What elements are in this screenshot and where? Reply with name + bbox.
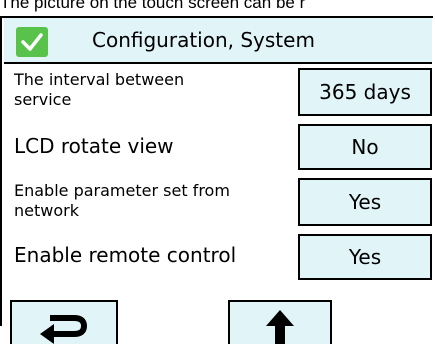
lcd-rotate-button[interactable]: No — [298, 124, 432, 170]
service-interval-button[interactable]: 365 days — [298, 68, 432, 116]
parameter-network-button[interactable]: Yes — [298, 178, 432, 226]
lcd-rotate-label: LCD rotate view — [14, 134, 174, 158]
touch-screen: Configuration, System The interval betwe… — [0, 16, 433, 344]
title-bar: Configuration, System — [4, 18, 432, 64]
remote-control-button[interactable]: Yes — [298, 234, 432, 280]
up-arrow-icon — [266, 310, 294, 344]
up-button[interactable] — [228, 300, 332, 344]
back-button[interactable] — [10, 300, 118, 344]
return-arrow-icon — [40, 315, 87, 344]
page-title: Configuration, System — [92, 28, 315, 52]
service-interval-label: The interval between service — [14, 70, 185, 109]
parameter-network-label: Enable parameter set from network — [14, 181, 230, 220]
remote-control-label: Enable remote control — [14, 243, 237, 267]
checkmark-icon[interactable] — [16, 27, 48, 57]
caption-text: The picture on the touch screen can be r — [0, 0, 306, 12]
